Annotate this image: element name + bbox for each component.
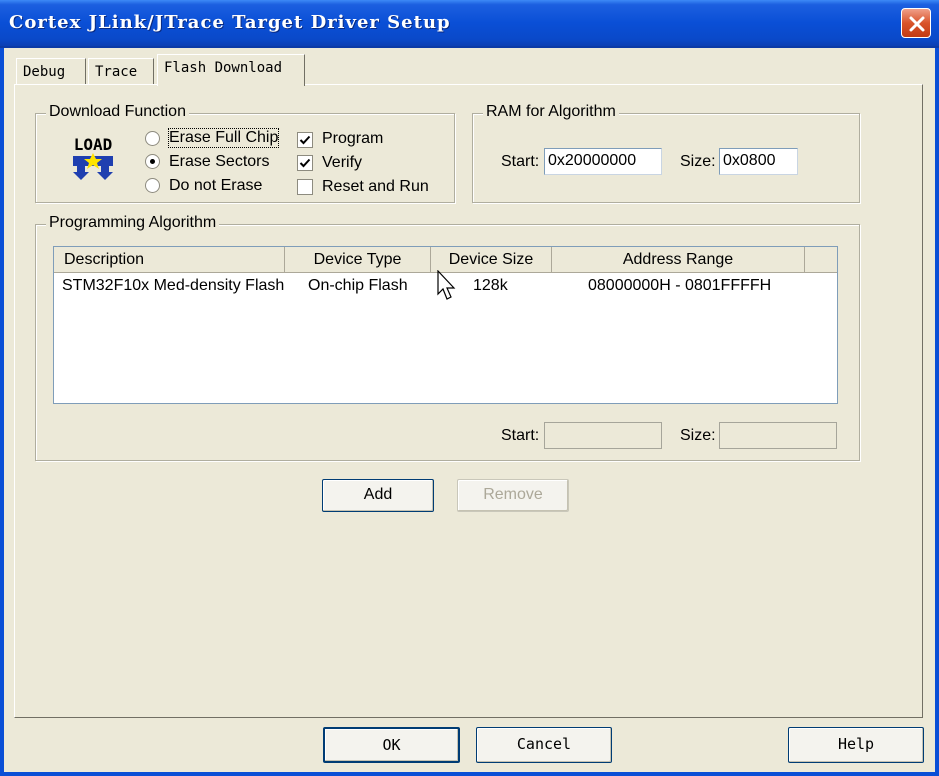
tab-debug[interactable]: Debug [16,58,86,85]
column-address-range[interactable]: Address Range [552,247,805,273]
help-button[interactable]: Help [788,727,924,763]
ram-size-label: Size: [680,153,716,170]
window-border-bottom [0,772,939,776]
column-device-type[interactable]: Device Type [285,247,431,273]
mouse-cursor-icon [437,270,456,300]
verify-label[interactable]: Verify [322,154,362,172]
close-button[interactable] [901,8,931,38]
programming-algorithm-label: Programming Algorithm [46,214,220,232]
column-device-type-label: Device Type [313,251,402,268]
column-filler [805,247,837,273]
close-icon [909,16,925,32]
download-function-label: Download Function [46,103,189,121]
checkmark-icon [299,158,311,168]
remove-button[interactable]: Remove [457,479,569,512]
tab-debug-label: Debug [23,64,66,80]
erase-full-chip-label[interactable]: Erase Full Chip [167,128,280,148]
tab-trace[interactable]: Trace [88,58,154,85]
program-label[interactable]: Program [322,130,383,148]
column-device-size-label: Device Size [448,251,534,268]
ram-for-algorithm-label: RAM for Algorithm [483,103,619,121]
erase-sectors-radio[interactable] [145,154,160,169]
reset-and-run-label[interactable]: Reset and Run [322,178,429,196]
cancel-button[interactable]: Cancel [476,727,612,763]
window-border-right [935,48,939,776]
do-not-erase-radio[interactable] [145,178,160,193]
row-device-type: On-chip Flash [308,277,408,294]
ram-start-input[interactable]: 0x20000000 [544,148,662,175]
row-address-range: 08000000H - 0801FFFFH [588,277,772,294]
algorithm-size-input [719,422,837,449]
do-not-erase-label[interactable]: Do not Erase [169,177,262,195]
erase-full-chip-radio[interactable] [145,131,160,146]
window-border-left [0,48,4,776]
column-description-label: Description [64,251,145,268]
window-title: Cortex JLink/JTrace Target Driver Setup [9,12,451,33]
program-checkbox[interactable] [297,132,313,148]
tab-flash-download[interactable]: Flash Download [157,54,305,86]
ok-button[interactable]: OK [323,727,460,763]
algorithm-start-input [544,422,662,449]
checkmark-icon [299,135,311,145]
column-description[interactable]: Description [54,247,285,273]
add-button[interactable]: Add [322,479,434,512]
algorithm-size-label: Size: [680,427,716,444]
ram-size-input[interactable]: 0x0800 [719,148,798,175]
row-device-size: 128k [473,277,508,294]
title-bar: Cortex JLink/JTrace Target Driver Setup [0,0,939,48]
tab-trace-label: Trace [95,64,138,80]
erase-sectors-label[interactable]: Erase Sectors [169,153,269,171]
tab-flash-download-label: Flash Download [164,60,283,76]
row-description: STM32F10x Med-density Flash [62,277,285,294]
load-icon-text: LOAD [74,135,113,154]
ram-start-label: Start: [501,153,540,170]
algorithm-start-label: Start: [501,427,540,444]
verify-checkbox[interactable] [297,155,313,171]
reset-and-run-checkbox[interactable] [297,179,313,195]
load-icon: LOAD [73,135,113,180]
column-address-range-label: Address Range [622,251,734,268]
